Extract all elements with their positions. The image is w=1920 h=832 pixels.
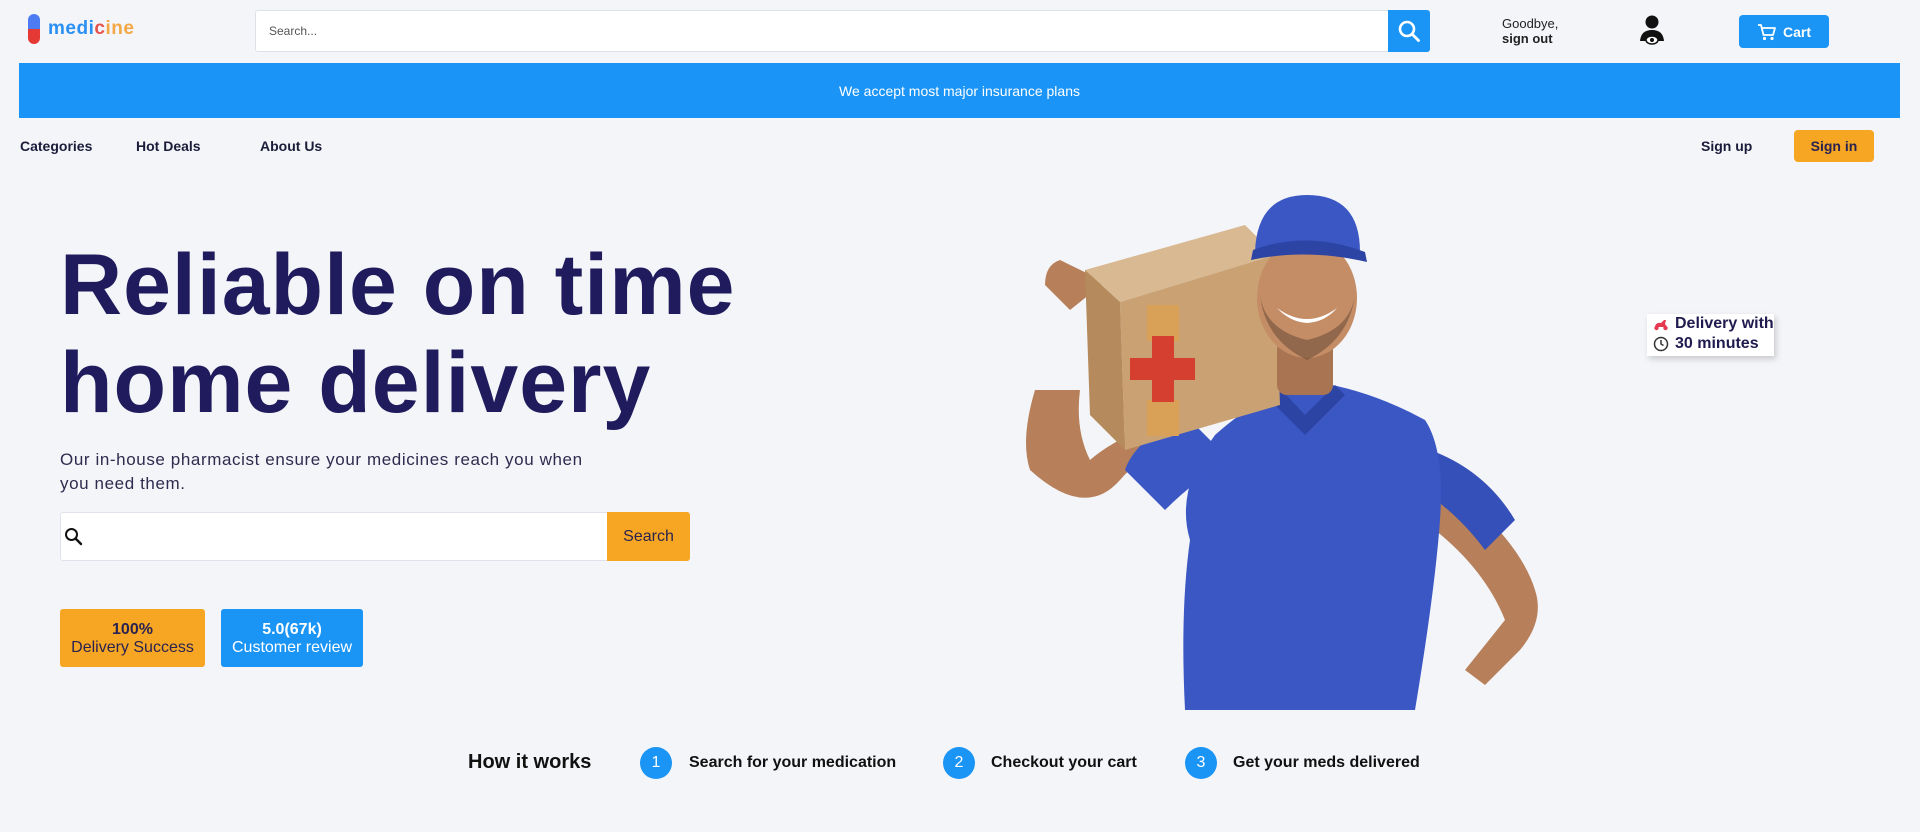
hero-search-box: Search (60, 512, 690, 561)
scooter-icon (1654, 319, 1668, 330)
sign-out-link[interactable]: sign out (1502, 31, 1558, 46)
user-avatar-icon[interactable] (1637, 14, 1667, 46)
logo-part-3: ine (105, 18, 135, 39)
header-search-button[interactable] (1388, 10, 1430, 52)
cart-label: Cart (1782, 23, 1811, 40)
stat-value: 100% (112, 621, 153, 638)
banner-text: We accept most major insurance plans (839, 82, 1080, 99)
sign-in-button[interactable]: Sign in (1794, 130, 1874, 162)
search-icon (1398, 20, 1420, 42)
step-3-number: 3 (1185, 747, 1217, 779)
search-icon (65, 528, 83, 546)
hero-subtitle: Our in-house pharmacist ensure your medi… (60, 450, 583, 493)
pill-icon (28, 14, 40, 44)
top-header: medicine Goodbye, sign out Cart (0, 0, 1920, 62)
stat-value: 5.0(67k) (262, 621, 322, 638)
customer-review-stat: 5.0(67k) Customer review (221, 609, 363, 667)
stat-label: Delivery Success (71, 639, 194, 656)
greeting-text: Goodbye, (1502, 16, 1559, 31)
clock-icon (1653, 336, 1669, 352)
sign-up-link[interactable]: Sign up (1701, 138, 1752, 154)
logo-text: medicine (48, 18, 134, 40)
header-search-box (255, 10, 1430, 52)
cart-button[interactable]: Cart (1739, 15, 1829, 48)
stat-label: Customer review (231, 639, 353, 656)
user-greeting: Goodbye, sign out (1502, 16, 1558, 46)
step-1-label: Search for your medication (689, 754, 897, 771)
hero-title-line-2: home delivery (60, 335, 652, 431)
badge-line-2: 30 minutes (1675, 335, 1759, 352)
badge-line-1: Delivery with (1675, 315, 1774, 332)
logo-part-2: c (94, 18, 106, 39)
step-1-number: 1 (640, 747, 672, 779)
step-2-label: Checkout your cart (991, 754, 1137, 771)
step-2-number: 2 (943, 747, 975, 779)
nav-categories[interactable]: Categories (20, 138, 92, 154)
logo[interactable]: medicine (28, 14, 134, 44)
delivery-time-badge: Delivery with 30 minutes (1647, 314, 1774, 356)
delivery-success-stat: 100% Delivery Success (60, 609, 205, 667)
delivery-man-image (1026, 195, 1538, 710)
hero-title: Reliable on time home delivery (60, 236, 820, 432)
header-search-input[interactable] (256, 11, 1376, 51)
how-it-works-title: How it works (468, 751, 592, 773)
logo-part-1: medi (48, 18, 95, 39)
insurance-banner: We accept most major insurance plans (19, 63, 1900, 118)
hero-title-line-1: Reliable on time (60, 237, 736, 333)
hero-search-input[interactable] (93, 513, 653, 560)
hero-search-button[interactable]: Search (607, 512, 690, 561)
nav-hot-deals[interactable]: Hot Deals (136, 138, 201, 154)
cart-icon (1757, 23, 1776, 40)
nav-about-us[interactable]: About Us (260, 138, 322, 154)
step-3-label: Get your meds delivered (1233, 754, 1420, 771)
